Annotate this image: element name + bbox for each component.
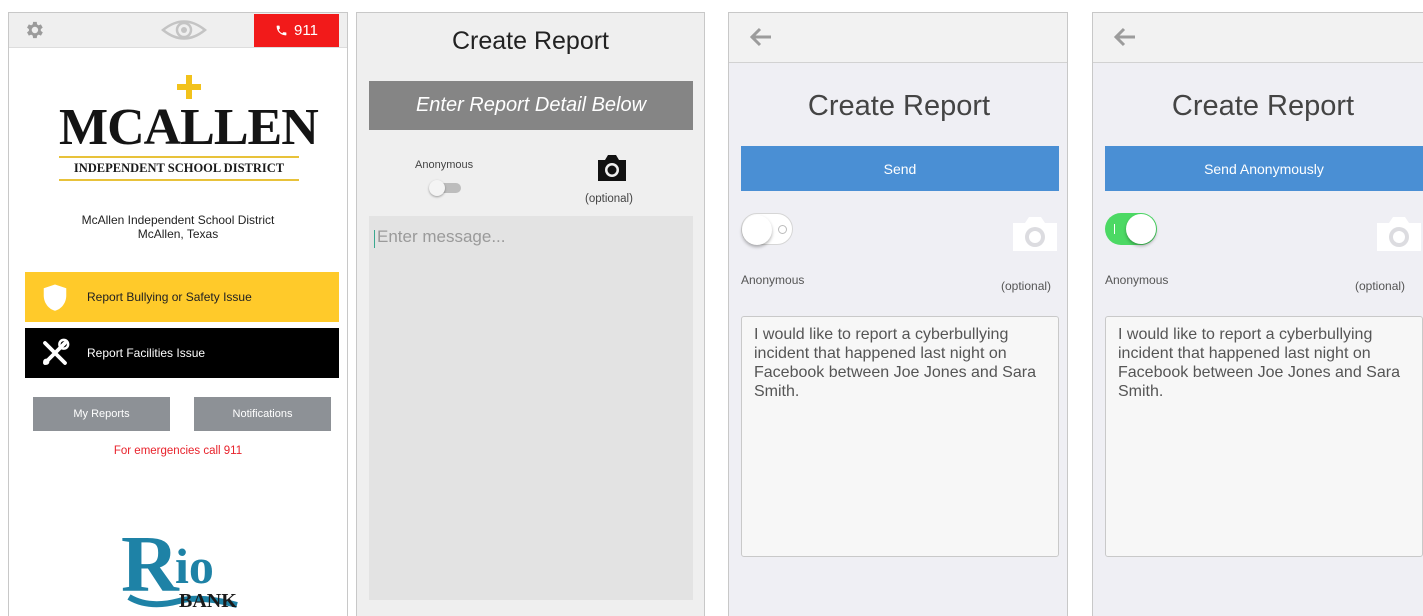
- instruction-banner: Enter Report Detail Below: [369, 81, 693, 130]
- camera-icon[interactable]: [1375, 213, 1423, 253]
- eye-icon: [161, 20, 207, 40]
- shield-icon: [43, 284, 67, 311]
- text-cursor: [374, 230, 375, 248]
- page-title: Create Report: [451, 27, 610, 55]
- tools-icon: [43, 338, 70, 365]
- page-title: Create Report: [807, 90, 991, 122]
- camera-icon[interactable]: [1011, 213, 1059, 253]
- svg-text:BANK: BANK: [179, 590, 237, 612]
- message-textarea[interactable]: I would like to report a cyberbullying i…: [741, 316, 1059, 557]
- rio-bank-logo: R io BANK: [121, 521, 238, 612]
- anonymous-switch[interactable]: [741, 213, 793, 245]
- photo-optional-label: (optional): [1001, 279, 1052, 293]
- send-button[interactable]: Send: [741, 146, 1059, 191]
- toggle-knob: [429, 180, 445, 196]
- home-screen: 911 MCALLEN INDEPENDENT SCHOOL DISTRICT …: [8, 12, 348, 616]
- report-facilities-button[interactable]: Report Facilities Issue: [25, 328, 339, 378]
- logo-subtitle: INDEPENDENT SCHOOL DISTRICT: [73, 161, 285, 175]
- page-title: Create Report: [1171, 90, 1355, 122]
- create-report-ios-screen: Create Report Send Anonymous (optional) …: [728, 12, 1068, 616]
- anonymous-label: Anonymous: [415, 159, 474, 171]
- plus-icon: [177, 75, 201, 99]
- create-report-screen: Create Report Enter Report Detail Below …: [356, 12, 705, 616]
- top-bar: 911: [9, 13, 347, 48]
- back-arrow-icon[interactable]: [1113, 26, 1137, 48]
- phone-icon: [276, 25, 287, 36]
- switch-knob: [742, 215, 772, 245]
- logo-rule: [59, 156, 299, 158]
- anonymous-label: Anonymous: [1105, 273, 1169, 287]
- create-report-anonymous-screen: Create Report Send Anonymously Anonymous…: [1092, 12, 1423, 616]
- report-bullying-label: Report Bullying or Safety Issue: [87, 290, 252, 304]
- photo-optional-label: (optional): [585, 193, 633, 205]
- my-reports-button[interactable]: My Reports: [33, 397, 170, 431]
- emergency-note: For emergencies call 911: [113, 445, 243, 457]
- message-textarea[interactable]: I would like to report a cyberbullying i…: [1105, 316, 1423, 557]
- notifications-button[interactable]: Notifications: [194, 397, 331, 431]
- anonymous-switch[interactable]: [1105, 213, 1157, 245]
- navigation-bar: [729, 13, 1067, 63]
- back-arrow-icon[interactable]: [749, 26, 773, 48]
- switch-off-mark: [778, 225, 787, 234]
- photo-optional-label: (optional): [1355, 279, 1406, 293]
- anonymous-label: Anonymous: [741, 273, 805, 287]
- anonymous-toggle[interactable]: [429, 180, 461, 196]
- message-input[interactable]: Enter message...: [369, 216, 693, 600]
- district-info: McAllen Independent School District McAl…: [9, 213, 347, 241]
- message-placeholder: Enter message...: [377, 227, 506, 246]
- send-anonymously-button[interactable]: Send Anonymously: [1105, 146, 1423, 191]
- navigation-bar: [1093, 13, 1423, 63]
- district-logo: MCALLEN INDEPENDENT SCHOOL DISTRICT: [59, 73, 319, 193]
- gear-icon[interactable]: [23, 19, 45, 41]
- svg-text:io: io: [175, 538, 214, 594]
- district-city: McAllen, Texas: [137, 227, 219, 241]
- switch-on-mark: [1114, 224, 1115, 234]
- camera-icon[interactable]: [595, 153, 629, 183]
- logo-rule: [59, 179, 299, 181]
- call-911-button[interactable]: 911: [254, 14, 339, 47]
- report-bullying-button[interactable]: Report Bullying or Safety Issue: [25, 272, 339, 322]
- call-911-label: 911: [294, 22, 318, 39]
- logo-wordmark: MCALLEN: [59, 99, 319, 156]
- switch-knob: [1126, 214, 1156, 244]
- report-facilities-label: Report Facilities Issue: [87, 346, 206, 360]
- district-name: McAllen Independent School District: [81, 213, 275, 227]
